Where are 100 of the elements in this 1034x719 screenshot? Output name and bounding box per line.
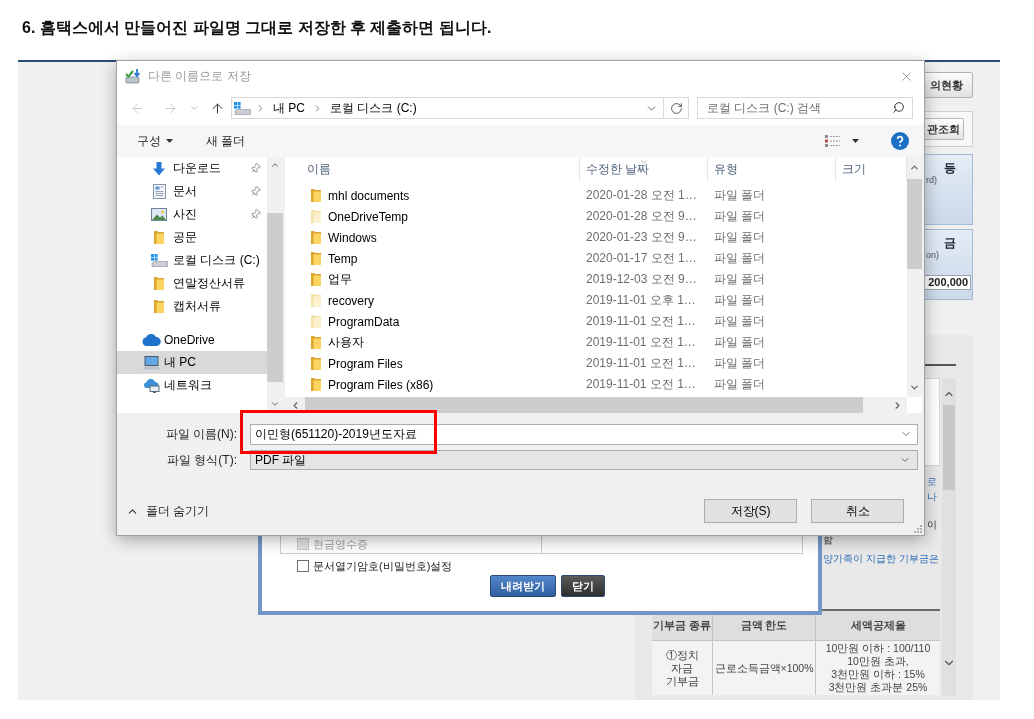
- page-heading: 6. 홈택스에서 만들어진 파일명 그대로 저장한 후 제출하면 됩니다.: [22, 18, 492, 38]
- file-name[interactable]: mhl documents: [328, 188, 410, 203]
- primary-button[interactable]: 내려받기: [490, 575, 556, 597]
- lookup-button[interactable]: 관조회: [924, 118, 964, 140]
- field-label: 파일 형식(T):: [167, 451, 237, 469]
- search-icon[interactable]: [892, 101, 905, 114]
- file-name[interactable]: Program Files: [328, 356, 403, 371]
- breadcrumb-item[interactable]: 내 PC: [270, 99, 308, 117]
- network-icon: [142, 378, 161, 393]
- cancel-button[interactable]: 취소: [811, 499, 904, 523]
- modified-date: 2019-11-01 오전 1…: [586, 313, 696, 330]
- view-button[interactable]: [825, 135, 840, 147]
- table-cell: ①정치 자금 기부금: [652, 641, 713, 695]
- secondary-button[interactable]: 닫기: [561, 575, 605, 597]
- note-text: 함: [823, 533, 833, 547]
- field-label: 파일 이름(N):: [165, 426, 237, 443]
- refresh-button[interactable]: [664, 97, 689, 119]
- option-label: 문서열기암호(비밀번호)설정: [313, 559, 453, 573]
- help-icon: [891, 132, 909, 150]
- file-type: 파일 폴더: [714, 229, 766, 246]
- file-type: 파일 폴더: [714, 376, 766, 393]
- modified-date: 2020-01-17 오전 1…: [586, 250, 697, 267]
- toolbar-button[interactable]: 새 폴더: [198, 129, 254, 153]
- card-title: 등: [944, 161, 956, 175]
- file-type: 파일 폴더: [714, 313, 766, 330]
- modified-date: 2020-01-28 오전 1…: [586, 187, 697, 204]
- modified-date: 2019-12-03 오전 9…: [586, 271, 697, 288]
- column-header[interactable]: 이름: [285, 157, 580, 181]
- breadcrumb-item[interactable]: 로컬 디스크 (C:): [327, 99, 420, 117]
- nav-item[interactable]: 내 PC: [117, 351, 267, 374]
- file-type: 파일 폴더: [714, 250, 766, 267]
- download-arrow-icon: [152, 161, 166, 176]
- card-subtitle: on): [926, 250, 939, 261]
- scrollbar-thumb[interactable]: [907, 179, 922, 269]
- file-type-select[interactable]: PDF 파일: [250, 450, 918, 470]
- card-title: 금: [944, 236, 956, 250]
- table-cell: 10만원 이하 : 100/110 10만원 초과, 3천만원 이하 : 15% 3천만원 초과분 25%: [816, 641, 940, 695]
- document-icon: [152, 184, 166, 199]
- cloud-icon: [142, 333, 161, 346]
- chevron-down-icon[interactable]: [270, 399, 280, 409]
- file-name[interactable]: Program Files (x86): [328, 377, 434, 392]
- scrollbar-thumb[interactable]: [943, 405, 955, 490]
- dialog-title: 다른 이름으로 저장: [148, 67, 251, 85]
- file-type: 파일 폴더: [714, 271, 766, 288]
- nav-item[interactable]: 문서: [117, 180, 267, 203]
- modified-date: 2019-11-01 오후 1…: [586, 292, 696, 309]
- file-type: 파일 폴더: [714, 187, 766, 204]
- chevron-down-icon: [189, 103, 199, 113]
- save-icon: [125, 68, 142, 84]
- folder-toggle-button[interactable]: 폴더 숨기기: [126, 502, 210, 520]
- file-name[interactable]: Temp: [328, 251, 358, 266]
- address-bar[interactable]: 내 PC 로컬 디스크 (C:): [231, 97, 664, 119]
- file-name[interactable]: Windows: [328, 230, 377, 245]
- file-type: 파일 폴더: [714, 292, 766, 309]
- modified-date: 2020-01-28 오전 9…: [586, 208, 697, 225]
- nav-item[interactable]: 공문: [117, 226, 267, 249]
- list-view-icon: [825, 135, 840, 147]
- note-text: 로: [927, 475, 937, 489]
- save-button[interactable]: 저장(S): [704, 499, 797, 523]
- note-text: 이: [927, 518, 937, 532]
- nav-item[interactable]: 캡처서류: [117, 295, 267, 318]
- file-name[interactable]: 사용자: [328, 334, 364, 351]
- nav-item[interactable]: 연말정산서류: [117, 272, 267, 295]
- search-field[interactable]: 로컬 디스크 (C:) 검색: [697, 97, 913, 119]
- option-label: 현금영수증: [313, 537, 368, 551]
- table-header-cell: 세액공제율: [816, 611, 940, 641]
- file-type: 파일 폴더: [714, 355, 766, 372]
- file-name[interactable]: 업무: [328, 271, 352, 288]
- caret-down-icon: [166, 139, 173, 143]
- column-header[interactable]: 유형: [708, 157, 836, 181]
- nav-item[interactable]: OneDrive: [117, 328, 267, 351]
- modified-date: 2019-11-01 오전 1…: [586, 355, 696, 372]
- resize-grip-icon[interactable]: [913, 524, 922, 533]
- column-header[interactable]: 수정한 날짜: [580, 157, 708, 181]
- file-name[interactable]: OneDriveTemp: [328, 209, 409, 224]
- view-menu-button[interactable]: [852, 139, 859, 143]
- chevron-up-icon[interactable]: [270, 160, 280, 170]
- folder-icon: [154, 300, 164, 313]
- file-name[interactable]: ProgramData: [328, 314, 400, 329]
- nav-item[interactable]: 로컬 디스크 (C:): [117, 249, 267, 272]
- folder-icon: [154, 231, 164, 244]
- nav-item[interactable]: 다운로드: [117, 157, 267, 180]
- modified-date: 2019-11-01 오전 1…: [586, 334, 696, 351]
- file-name-field[interactable]: 이민형(651120)-2019년도자료: [250, 424, 918, 445]
- file-name[interactable]: recovery: [328, 293, 374, 308]
- amount-field: 200,000: [924, 275, 971, 290]
- drive-icon: [234, 101, 251, 115]
- nav-item[interactable]: 네트워크: [117, 374, 267, 397]
- scrollbar-thumb[interactable]: [267, 213, 283, 382]
- file-type: 파일 폴더: [714, 334, 766, 351]
- status-button[interactable]: 의현황: [924, 72, 973, 98]
- nav-item[interactable]: 사진: [117, 203, 267, 226]
- toolbar-button[interactable]: 구성: [129, 129, 181, 153]
- help-button[interactable]: [891, 132, 909, 150]
- picture-icon: [151, 208, 167, 221]
- drive-icon: [150, 254, 168, 267]
- checkbox[interactable]: [297, 560, 309, 572]
- modified-date: 2020-01-23 오전 9…: [586, 229, 697, 246]
- note-text: 나: [927, 490, 937, 504]
- refresh-icon: [669, 101, 683, 115]
